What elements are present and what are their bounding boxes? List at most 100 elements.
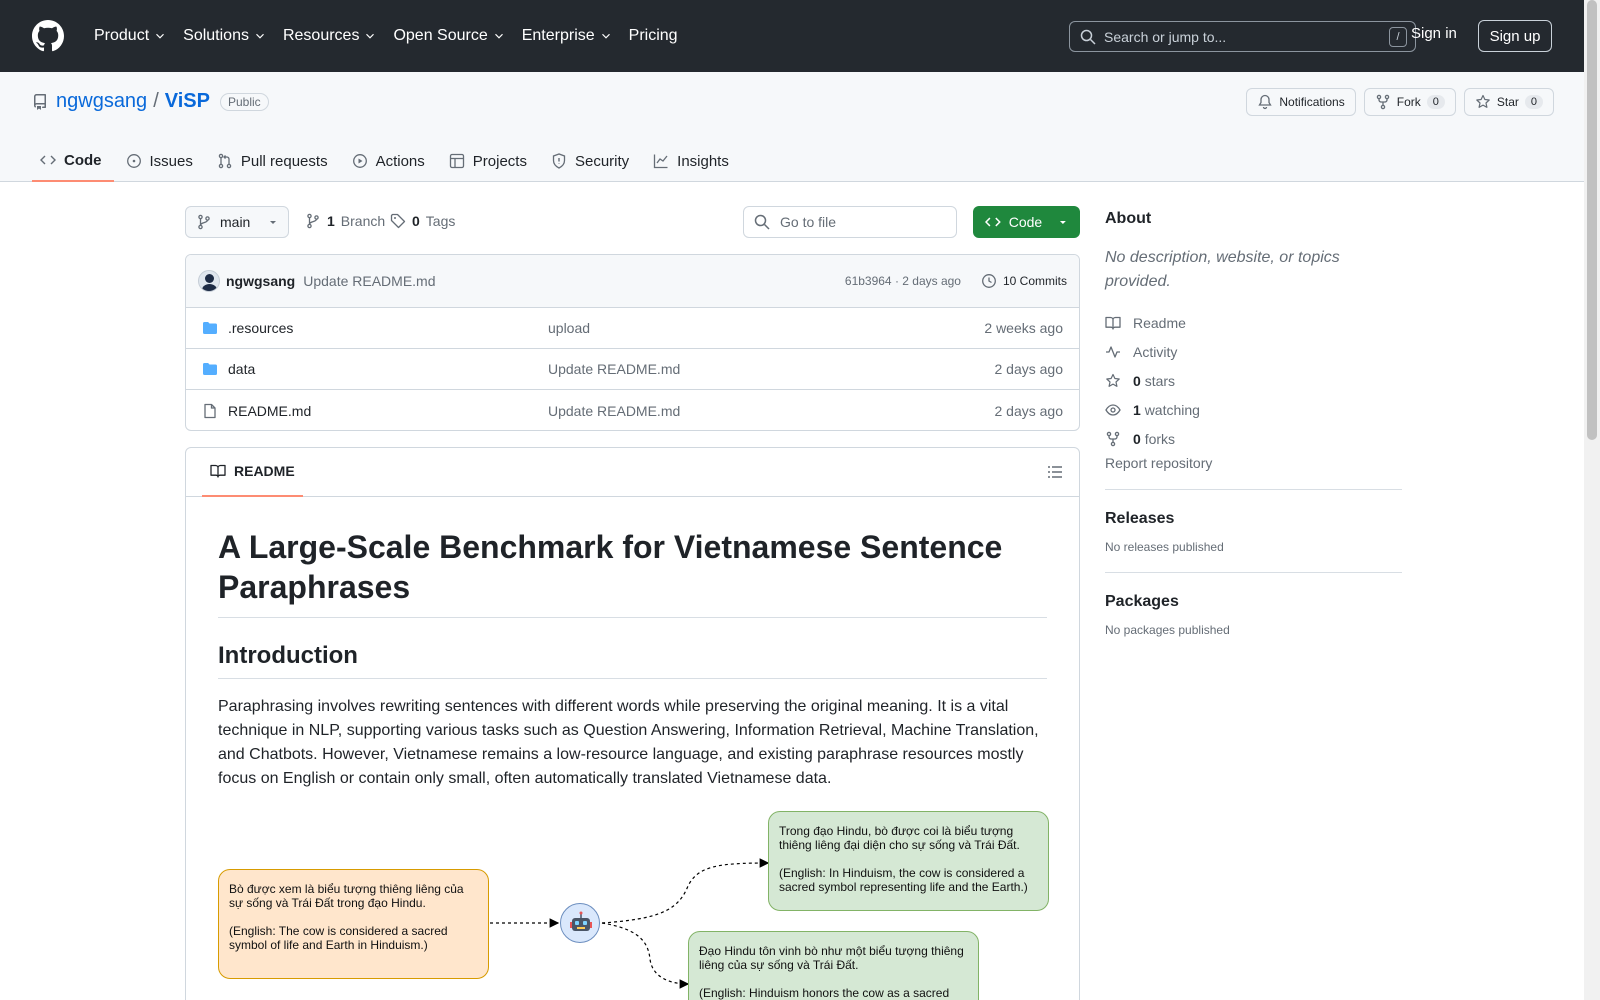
file-commit-message[interactable]: Update README.md [548, 361, 680, 377]
repo-actions: Notifications Fork 0 Star 0 [1246, 88, 1554, 116]
branch-selector[interactable]: main [185, 206, 289, 238]
global-header: Product Solutions Resources Open Source … [0, 0, 1600, 72]
source-sentence-box: Bò được xem là biểu tượng thiêng liêng c… [218, 869, 489, 979]
readme-title: A Large-Scale Benchmark for Vietnamese S… [218, 527, 1047, 618]
releases-section: Releases No releases published [1105, 489, 1402, 554]
star-button[interactable]: Star 0 [1463, 88, 1554, 116]
releases-title[interactable]: Releases [1105, 510, 1402, 528]
table-icon [449, 153, 464, 169]
file-name[interactable]: data [228, 361, 255, 377]
activity-link[interactable]: Activity [1105, 337, 1402, 366]
avatar[interactable] [198, 270, 220, 292]
paraphrase-1-vi: Trong đạo Hindu, bò được coi là biểu tượ… [779, 824, 1020, 852]
fork-count: 0 [1426, 95, 1445, 109]
packages-title[interactable]: Packages [1105, 593, 1402, 611]
repo-name-link[interactable]: ViSP [165, 90, 210, 113]
commit-hash-time[interactable]: 61b3964 · 2 days ago [845, 274, 961, 288]
go-to-file-input[interactable]: Go to file [743, 206, 957, 238]
forks-link[interactable]: 0 forks [1105, 424, 1402, 453]
watching-link[interactable]: 1 watching [1105, 395, 1402, 424]
notifications-button[interactable]: Notifications [1246, 88, 1356, 116]
pulse-icon [1106, 345, 1120, 358]
nav-solutions[interactable]: Solutions [175, 27, 275, 45]
issue-icon [126, 154, 141, 168]
branches-link[interactable]: 1 Branch [305, 213, 385, 229]
code-icon [985, 217, 1001, 227]
folder-icon [203, 322, 217, 334]
search-placeholder: Search or jump to... [1104, 28, 1227, 45]
tab-issues[interactable]: Issues [118, 140, 205, 182]
commit-message[interactable]: Update README.md [303, 273, 435, 289]
bell-icon [1258, 94, 1273, 110]
fork-icon [1106, 431, 1120, 446]
file-commit-message[interactable]: Update README.md [548, 403, 680, 419]
history-icon [982, 274, 996, 288]
chevron-down-icon [494, 33, 503, 39]
file-time: 2 days ago [994, 402, 1064, 419]
global-search-input[interactable]: Search or jump to... / [1069, 21, 1416, 52]
file-icon [204, 403, 216, 418]
tab-actions[interactable]: Actions [344, 140, 437, 182]
latest-commit: ngwgsang Update README.md 61b3964 · 2 da… [186, 255, 1079, 308]
sign-in-link[interactable]: Sign in [1411, 25, 1457, 42]
folder-icon [203, 363, 217, 375]
paraphrase-2-en: (English: Hinduism honors the cow as a s… [699, 986, 950, 1000]
fork-button[interactable]: Fork 0 [1363, 88, 1456, 116]
readme-link[interactable]: Readme [1105, 308, 1402, 337]
file-name[interactable]: .resources [228, 320, 293, 336]
pull-request-icon [218, 153, 232, 169]
about-description: No description, website, or topics provi… [1105, 249, 1340, 290]
nav-product[interactable]: Product [86, 27, 175, 45]
tab-insights[interactable]: Insights [645, 140, 741, 182]
graph-icon [654, 154, 668, 169]
nav-enterprise[interactable]: Enterprise [514, 27, 621, 45]
file-name[interactable]: README.md [228, 403, 311, 419]
branch-name: main [220, 214, 251, 230]
file-row[interactable]: data Update README.md 2 days ago [186, 349, 1079, 390]
file-row[interactable]: README.md Update README.md 2 days ago [186, 390, 1079, 430]
nav-open-source[interactable]: Open Source [385, 27, 513, 45]
page-scrollbar[interactable] [1584, 0, 1600, 1000]
stars-link[interactable]: 0 stars [1105, 366, 1402, 395]
search-shortcut-key: / [1389, 26, 1407, 47]
visibility-badge: Public [219, 92, 269, 111]
fork-icon [1376, 94, 1389, 110]
repo-owner-link[interactable]: ngwgsang [56, 90, 147, 113]
report-repository-link[interactable]: Report repository [1105, 455, 1402, 471]
star-icon [1106, 373, 1120, 387]
search-icon [754, 214, 770, 230]
file-row[interactable]: .resources upload 2 weeks ago [186, 308, 1079, 349]
github-logo-icon[interactable] [32, 20, 64, 52]
go-to-file-placeholder: Go to file [780, 214, 837, 230]
list-icon[interactable] [1047, 464, 1063, 480]
branch-icon [307, 213, 319, 229]
paraphrase-2-vi: Đạo Hindu tôn vinh bò như một biểu tượng… [699, 944, 964, 972]
scrollbar-thumb[interactable] [1587, 0, 1597, 440]
tab-code[interactable]: Code [32, 140, 114, 182]
tag-label: Tags [425, 213, 456, 229]
tags-link[interactable]: 0 Tags [390, 213, 455, 229]
sign-up-button[interactable]: Sign up [1478, 20, 1552, 52]
readme-tab[interactable]: README [202, 448, 303, 497]
tab-pull-requests[interactable]: Pull requests [209, 140, 340, 182]
branch-icon [198, 214, 210, 230]
section-heading: Introduction [218, 642, 1047, 679]
file-commit-message[interactable]: upload [548, 320, 590, 336]
play-icon [352, 154, 367, 168]
tab-projects[interactable]: Projects [441, 140, 539, 182]
readme-panel: README A Large-Scale Benchmark for Vietn… [185, 447, 1080, 1000]
repo-separator: / [153, 90, 159, 112]
branch-label: Branch [340, 213, 386, 229]
star-icon [1476, 94, 1490, 108]
tab-security[interactable]: Security [543, 140, 641, 182]
nav-pricing[interactable]: Pricing [621, 27, 686, 45]
commit-author[interactable]: ngwgsang [226, 273, 295, 289]
nav-resources[interactable]: Resources [275, 27, 385, 45]
code-button[interactable]: Code [973, 206, 1080, 238]
commits-link[interactable]: 10 Commits [981, 273, 1067, 289]
repo-header: ngwgsang / ViSP Public Notifications For… [0, 72, 1600, 182]
shield-icon [552, 153, 566, 169]
book-icon [1105, 316, 1121, 330]
about-sidebar: About No description, website, or topics… [1105, 210, 1402, 637]
paraphrase-1-box: Trong đạo Hindu, bò được coi là biểu tượ… [768, 811, 1049, 911]
